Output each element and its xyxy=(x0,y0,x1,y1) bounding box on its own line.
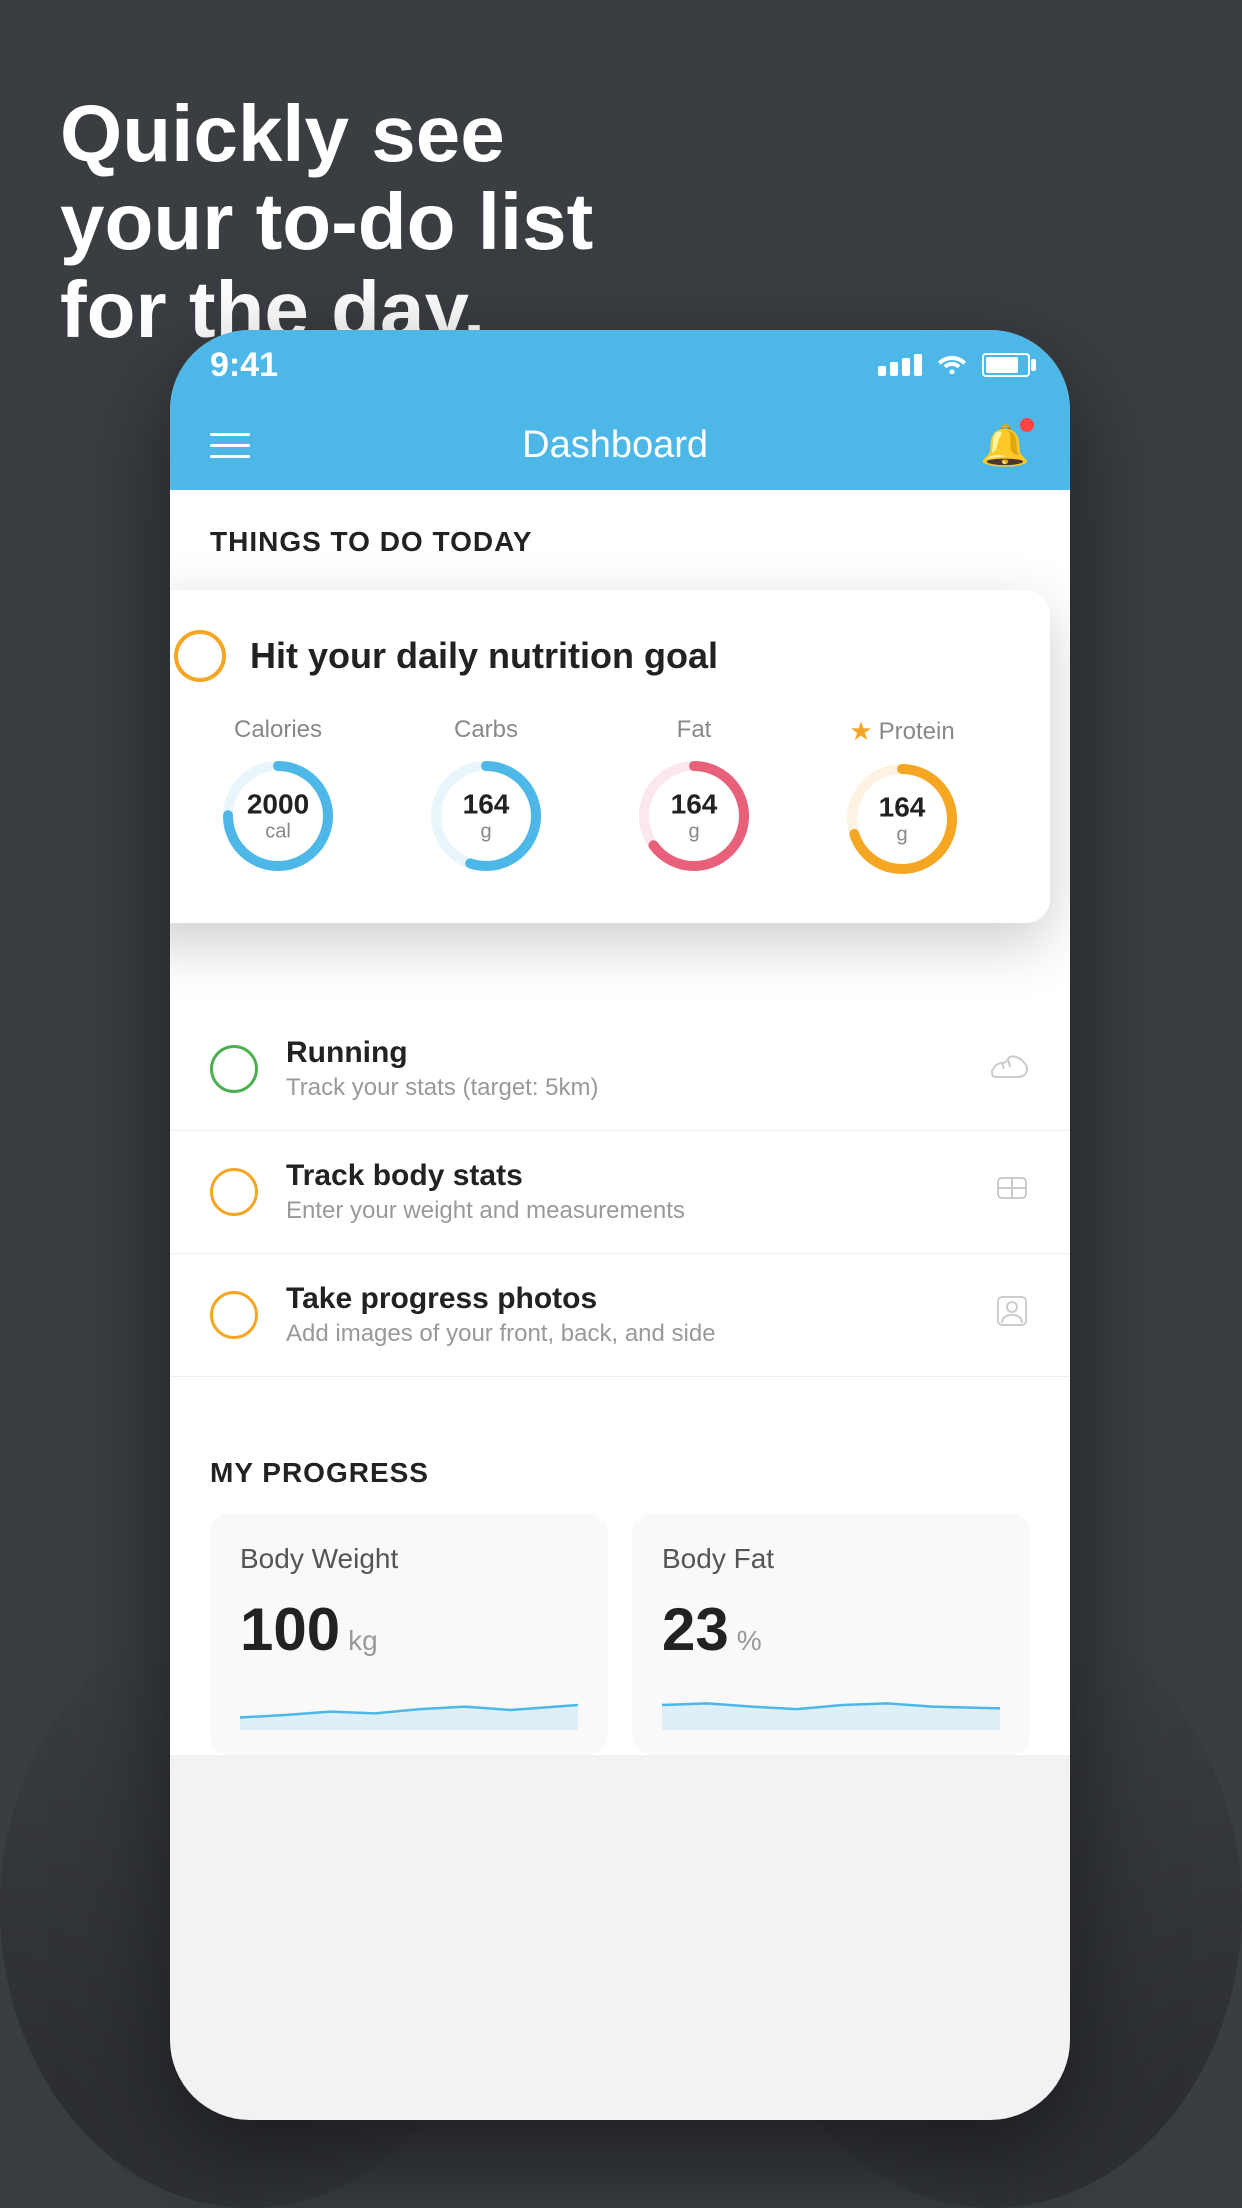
body-weight-unit: kg xyxy=(348,1625,378,1657)
protein-ring: 164 g xyxy=(842,759,962,879)
calories-unit: cal xyxy=(247,820,309,842)
calories-label: Calories xyxy=(234,716,322,744)
nutrition-row: Calories 2000 cal Carbs xyxy=(174,716,1006,879)
protein-value: 164 xyxy=(879,793,926,824)
carbs-unit: g xyxy=(463,820,510,842)
status-time: 9:41 xyxy=(210,346,278,385)
body-fat-card: Body Fat 23 % xyxy=(632,1513,1030,1755)
todo-circle-photos xyxy=(210,1291,258,1339)
todo-text-running: Running Track your stats (target: 5km) xyxy=(286,1036,962,1102)
headline-line2: your to-do list xyxy=(60,178,593,266)
menu-button[interactable] xyxy=(210,433,250,458)
todo-item-running[interactable]: Running Track your stats (target: 5km) xyxy=(170,1008,1070,1131)
protein-unit: g xyxy=(879,823,926,845)
fat-label: Fat xyxy=(677,716,712,744)
todo-item-body-stats[interactable]: Track body stats Enter your weight and m… xyxy=(170,1131,1070,1254)
card-title-row: Hit your daily nutrition goal xyxy=(174,630,1006,682)
fat-unit: g xyxy=(671,820,718,842)
phone: 9:41 Dashboard xyxy=(170,330,1070,2120)
nutrition-fat: Fat 164 g xyxy=(634,716,754,876)
body-fat-chart xyxy=(662,1680,1000,1730)
nutrition-calories: Calories 2000 cal xyxy=(218,716,338,876)
body-weight-title: Body Weight xyxy=(240,1543,578,1575)
fat-value: 164 xyxy=(671,790,718,821)
person-icon xyxy=(994,1293,1030,1338)
battery-icon xyxy=(982,353,1030,377)
body-fat-value: 23 xyxy=(662,1595,729,1664)
todo-title-running: Running xyxy=(286,1036,962,1070)
body-weight-chart xyxy=(240,1680,578,1730)
fat-ring: 164 g xyxy=(634,756,754,876)
todo-text-photos: Take progress photos Add images of your … xyxy=(286,1282,966,1348)
todo-circle-body-stats xyxy=(210,1168,258,1216)
wifi-icon xyxy=(936,349,968,381)
app-header: Dashboard 🔔 xyxy=(170,400,1070,490)
headline-line1: Quickly see xyxy=(60,90,593,178)
progress-cards: Body Weight 100 kg Body Fat 23 % xyxy=(210,1513,1030,1755)
carbs-label: Carbs xyxy=(454,716,518,744)
card-check-circle[interactable] xyxy=(174,630,226,682)
status-bar: 9:41 xyxy=(170,330,1070,400)
body-fat-value-row: 23 % xyxy=(662,1595,1000,1664)
todo-circle-running xyxy=(210,1045,258,1093)
scale-icon xyxy=(994,1170,1030,1215)
progress-section: MY PROGRESS Body Weight 100 kg B xyxy=(170,1417,1070,1755)
app-body: THINGS TO DO TODAY Hit your daily nutrit… xyxy=(170,490,1070,1755)
headline: Quickly see your to-do list for the day. xyxy=(60,90,593,354)
nutrition-protein: ★ Protein 164 g xyxy=(842,716,962,879)
card-title: Hit your daily nutrition goal xyxy=(250,635,718,677)
app-title: Dashboard xyxy=(522,424,708,467)
running-shoe-icon xyxy=(990,1048,1030,1090)
todo-subtitle-running: Track your stats (target: 5km) xyxy=(286,1074,962,1102)
todo-subtitle-body-stats: Enter your weight and measurements xyxy=(286,1197,966,1225)
body-weight-value: 100 xyxy=(240,1595,340,1664)
notification-dot xyxy=(1020,418,1034,432)
todo-item-photos[interactable]: Take progress photos Add images of your … xyxy=(170,1254,1070,1377)
todo-title-photos: Take progress photos xyxy=(286,1282,966,1316)
status-icons xyxy=(878,349,1030,381)
todo-text-body-stats: Track body stats Enter your weight and m… xyxy=(286,1159,966,1225)
body-fat-unit: % xyxy=(737,1625,762,1657)
protein-label: ★ Protein xyxy=(849,716,954,747)
todo-list: Running Track your stats (target: 5km) T… xyxy=(170,1008,1070,1377)
nutrition-card: Hit your daily nutrition goal Calories 2… xyxy=(170,590,1050,923)
todo-title-body-stats: Track body stats xyxy=(286,1159,966,1193)
calories-value: 2000 xyxy=(247,790,309,821)
carbs-value: 164 xyxy=(463,790,510,821)
calories-ring: 2000 cal xyxy=(218,756,338,876)
things-section-heading: THINGS TO DO TODAY xyxy=(170,490,1070,578)
carbs-ring: 164 g xyxy=(426,756,546,876)
body-fat-title: Body Fat xyxy=(662,1543,1000,1575)
notification-bell-icon[interactable]: 🔔 xyxy=(980,422,1030,469)
progress-heading: MY PROGRESS xyxy=(210,1457,1030,1489)
nutrition-carbs: Carbs 164 g xyxy=(426,716,546,876)
body-weight-value-row: 100 kg xyxy=(240,1595,578,1664)
signal-bars-icon xyxy=(878,354,922,376)
star-icon: ★ xyxy=(849,716,872,747)
body-weight-card: Body Weight 100 kg xyxy=(210,1513,608,1755)
todo-subtitle-photos: Add images of your front, back, and side xyxy=(286,1320,966,1348)
